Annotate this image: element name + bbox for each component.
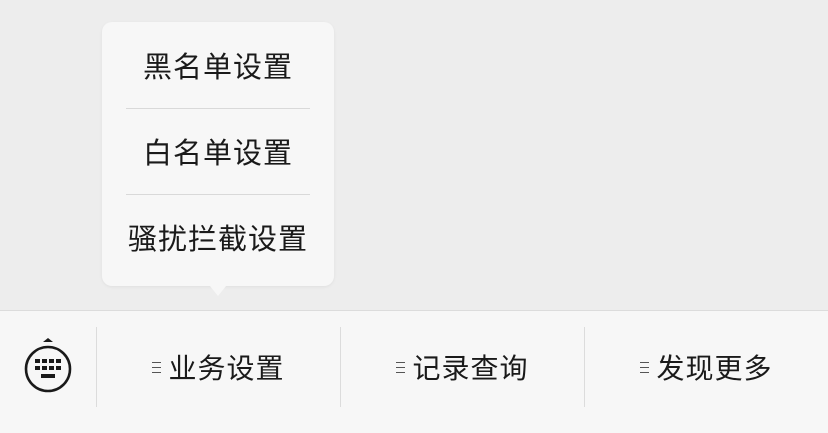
- keyboard-toggle-icon: [24, 338, 72, 393]
- keyboard-toggle-button[interactable]: [0, 311, 96, 433]
- popup-arrow: [210, 286, 226, 296]
- menu-lines-icon: [152, 362, 162, 373]
- submenu-item-whitelist[interactable]: 白名单设置: [102, 108, 334, 194]
- menu-lines-icon: [396, 362, 406, 373]
- submenu-item-harassment-block[interactable]: 骚扰拦截设置: [102, 194, 334, 280]
- menu-label: 业务设置: [168, 352, 285, 385]
- menu-lines-icon: [640, 362, 650, 373]
- submenu-item-blacklist[interactable]: 黑名单设置: [102, 22, 334, 108]
- menu-label: 发现更多: [656, 352, 773, 385]
- submenu-popup: 黑名单设置 白名单设置 骚扰拦截设置: [102, 22, 334, 296]
- submenu-item-label: 骚扰拦截设置: [127, 222, 308, 256]
- menu-business-settings[interactable]: 业务设置: [97, 311, 340, 423]
- menu-record-query[interactable]: 记录查询: [341, 311, 584, 423]
- bottom-menu-bar: 业务设置 记录查询 发现更多: [0, 310, 828, 433]
- submenu-item-label: 白名单设置: [142, 136, 293, 170]
- menu-discover-more[interactable]: 发现更多: [585, 311, 828, 423]
- menu-label: 记录查询: [412, 352, 529, 385]
- submenu-item-label: 黑名单设置: [142, 50, 293, 84]
